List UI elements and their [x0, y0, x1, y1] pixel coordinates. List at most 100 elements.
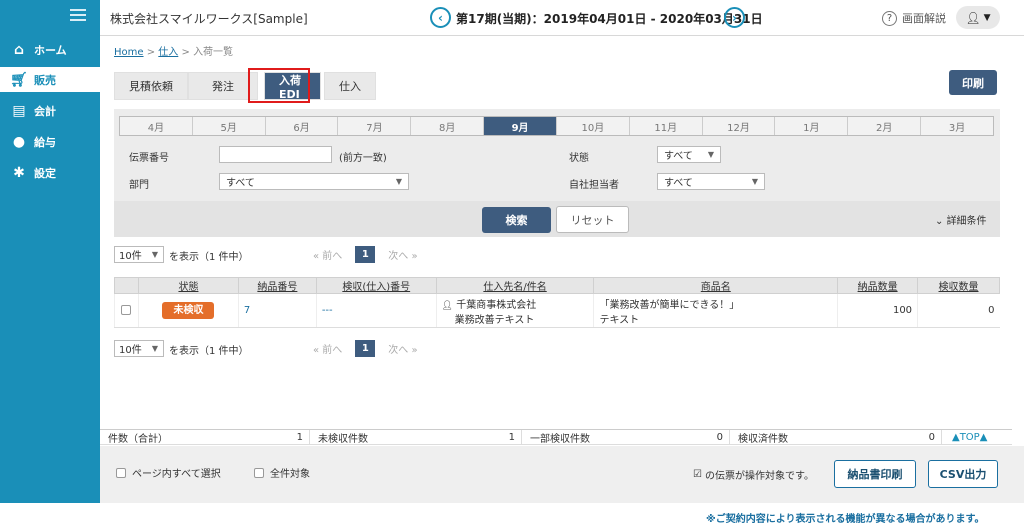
sidebar-item-label: ホーム: [34, 43, 67, 57]
tab-purchase[interactable]: 仕入: [324, 72, 376, 100]
delivered-qty: 100: [837, 293, 918, 328]
prev-page-link[interactable]: « 前へ: [313, 247, 342, 262]
gear-icon: ✱: [13, 164, 25, 181]
receipt-no-cell: ---: [315, 293, 437, 328]
csv-export-button[interactable]: CSV出力: [928, 460, 998, 488]
pagination-bottom: « 前へ 1 次へ »: [313, 340, 418, 357]
month-apr[interactable]: 4月: [120, 117, 193, 135]
staff-label: 自社担当者: [569, 180, 619, 191]
header-delivered-qty[interactable]: 納品数量: [837, 277, 919, 294]
total-count: 件数（合計） 1: [100, 430, 310, 445]
sidebar-item-label: 給与: [34, 135, 56, 149]
next-page-link[interactable]: 次へ »: [388, 341, 417, 356]
month-jan[interactable]: 1月: [775, 117, 849, 135]
row-checkbox[interactable]: [121, 305, 132, 315]
table-row: 未検収 7 --- 👤︎ 千葉商事株式会社 業務改善テキスト 「業務改善が簡単に…: [114, 293, 1000, 328]
caret-down-icon: ▼: [751, 177, 758, 186]
user-menu-button[interactable]: 👤︎ ▼: [956, 6, 1000, 29]
reset-button[interactable]: リセット: [556, 206, 629, 233]
month-sep[interactable]: 9月: [484, 117, 557, 135]
search-button[interactable]: 検索: [482, 207, 551, 233]
month-mar[interactable]: 3月: [921, 117, 993, 135]
per-page-value: 10件: [119, 345, 142, 356]
delivery-no-cell: 7: [237, 293, 317, 328]
receipt-no-link[interactable]: ---: [322, 305, 333, 316]
chevron-left-icon[interactable]: ‹: [430, 7, 451, 28]
chevron-down-icon: ⌄: [935, 216, 947, 227]
select-page-option[interactable]: ページ内すべて選択: [116, 465, 221, 480]
summary-bar: 件数（合計） 1 未検収件数 1 一部検収件数 0 検収済件数 0 ▲TOP▲: [100, 429, 1012, 445]
breadcrumb-separator: >: [146, 47, 156, 58]
month-may[interactable]: 5月: [193, 117, 266, 135]
month-oct[interactable]: 10月: [557, 117, 630, 135]
dept-select-value: すべて: [226, 178, 255, 189]
sidebar: ⌂ ホーム 🛒︎ 販売 ▤ 会計 ● 給与 ✱ 設定: [0, 0, 100, 503]
header-product[interactable]: 商品名: [593, 277, 839, 294]
month-jul[interactable]: 7月: [338, 117, 412, 135]
month-selector: 4月 5月 6月 7月 8月 9月 10月 11月 12月 1月 2月 3月: [119, 116, 994, 136]
to-top-link[interactable]: ▲TOP▲: [942, 430, 987, 444]
per-page-value: 10件: [119, 251, 142, 262]
delivery-note-print-button[interactable]: 納品書印刷: [834, 460, 916, 488]
sidebar-item-sales[interactable]: 🛒︎ 販売: [0, 67, 100, 92]
help-link[interactable]: ? 画面解説: [882, 10, 946, 26]
header-checkbox-col: [114, 277, 139, 294]
sidebar-item-accounting[interactable]: ▤ 会計: [0, 98, 100, 123]
detail-conditions-toggle[interactable]: ⌄ 詳細条件: [935, 212, 987, 227]
total-label: 件数（合計）: [108, 433, 168, 445]
slip-no-input[interactable]: [219, 146, 332, 163]
header-supplier[interactable]: 仕入先名/件名: [435, 277, 595, 294]
per-page-select-bottom[interactable]: 10件 ▼: [114, 340, 164, 357]
received-qty: 0: [917, 293, 1000, 328]
dept-select[interactable]: すべて ▼: [219, 173, 409, 190]
unchecked-count: 未検収件数 1: [310, 430, 522, 445]
menu-icon[interactable]: [70, 9, 86, 21]
header-received-qty[interactable]: 検収数量: [917, 277, 1000, 294]
select-page-checkbox[interactable]: [116, 467, 126, 478]
per-page-select[interactable]: 10件 ▼: [114, 246, 164, 263]
month-jun[interactable]: 6月: [266, 117, 339, 135]
header-status[interactable]: 状態: [137, 277, 239, 294]
month-feb[interactable]: 2月: [848, 117, 922, 135]
header-receipt-no[interactable]: 検収(仕入)番号: [315, 277, 437, 294]
sidebar-item-payroll[interactable]: ● 給与: [0, 129, 100, 154]
month-dec[interactable]: 12月: [703, 117, 776, 135]
display-count-text: を表示（1 件中）: [169, 252, 249, 263]
unchecked-value: 1: [508, 431, 515, 443]
delivery-no-link[interactable]: 7: [244, 305, 250, 316]
next-page-link[interactable]: 次へ »: [388, 247, 417, 262]
select-all-checkbox[interactable]: [254, 467, 264, 478]
chevron-right-icon[interactable]: ›: [724, 7, 745, 28]
status-badge: 未検収: [162, 302, 215, 319]
money-bag-icon: ●: [12, 133, 26, 150]
checked-box-icon: ☑: [693, 469, 702, 480]
state-select[interactable]: すべて ▼: [657, 146, 721, 163]
prev-page-link[interactable]: « 前へ: [313, 341, 342, 356]
select-all-option[interactable]: 全件対象: [254, 465, 310, 480]
print-button[interactable]: 印刷: [949, 70, 997, 95]
checked-label: 検収済件数: [738, 433, 788, 445]
partial-label: 一部検収件数: [530, 433, 590, 445]
supplier-cell: 👤︎ 千葉商事株式会社 業務改善テキスト: [435, 293, 594, 328]
tab-quote-request[interactable]: 見積依頼: [114, 72, 188, 100]
breadcrumb-purchase[interactable]: 仕入: [158, 47, 178, 58]
slip-no-hint: (前方一致): [339, 153, 387, 164]
state-select-value: すべて: [664, 151, 693, 162]
company-name: 株式会社スマイルワークス[Sample]: [110, 12, 308, 26]
contract-footnote: ※ご契約内容により表示される機能が異なる場合があります。: [706, 514, 985, 525]
sidebar-item-home[interactable]: ⌂ ホーム: [0, 37, 100, 62]
total-value: 1: [296, 431, 303, 443]
select-all-label: 全件対象: [270, 469, 310, 480]
sidebar-item-settings[interactable]: ✱ 設定: [0, 160, 100, 185]
sidebar-item-label: 販売: [34, 73, 56, 87]
page-number[interactable]: 1: [355, 246, 376, 263]
filter-panel: 4月 5月 6月 7月 8月 9月 10月 11月 12月 1月 2月 3月 伝…: [114, 109, 1000, 237]
caret-down-icon: ▼: [151, 344, 158, 353]
sidebar-item-label: 設定: [34, 166, 56, 180]
month-nov[interactable]: 11月: [630, 117, 703, 135]
month-aug[interactable]: 8月: [411, 117, 485, 135]
staff-select[interactable]: すべて ▼: [657, 173, 765, 190]
header-delivery-no[interactable]: 納品番号: [237, 277, 317, 294]
breadcrumb-home[interactable]: Home: [114, 47, 144, 58]
page-number[interactable]: 1: [355, 340, 376, 357]
